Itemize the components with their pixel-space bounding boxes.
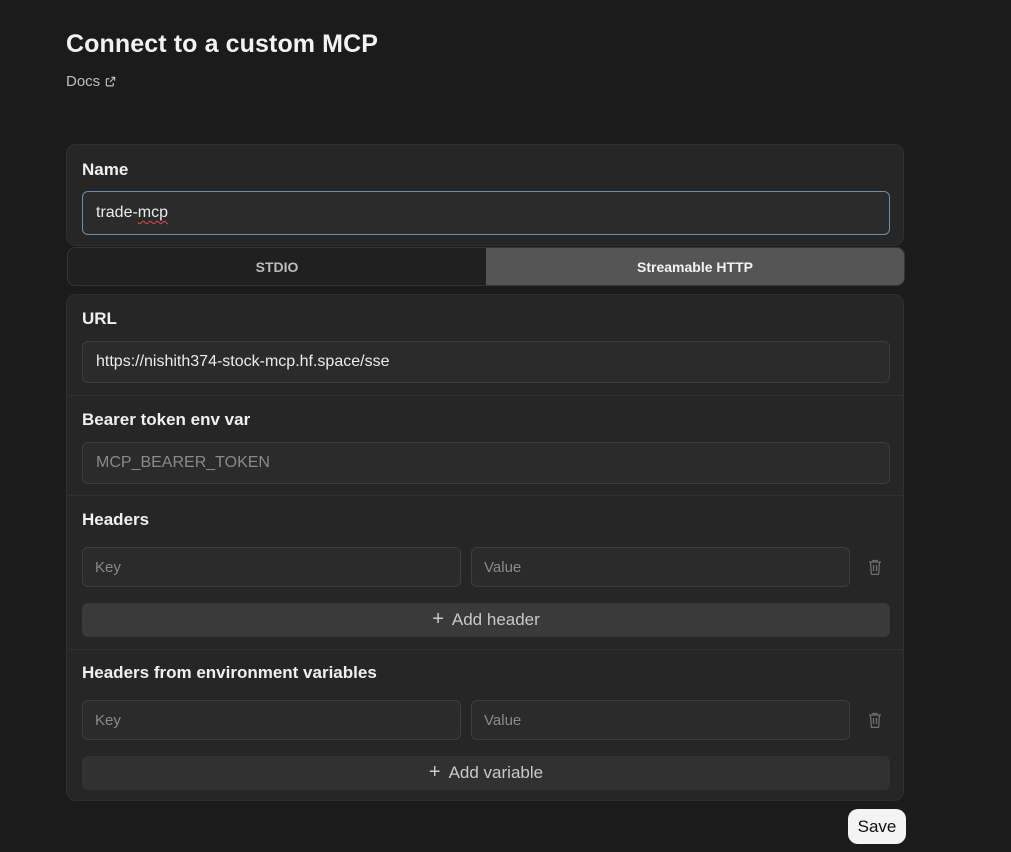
save-button[interactable]: Save [848, 809, 906, 844]
name-label: Name [82, 160, 129, 179]
add-header-button[interactable]: + Add header [82, 603, 890, 637]
header-row: Key Value [82, 547, 890, 587]
header-key-input[interactable]: Key [82, 547, 461, 587]
trash-icon[interactable] [867, 711, 883, 729]
name-input[interactable]: trade-mcp [82, 191, 890, 235]
trash-icon[interactable] [867, 558, 883, 576]
external-link-icon [105, 76, 116, 87]
env-header-row: Key Value [82, 700, 890, 740]
env-header-key-placeholder: Key [95, 711, 121, 729]
section-divider [67, 395, 903, 396]
header-key-placeholder: Key [95, 558, 121, 576]
bearer-token-placeholder: MCP_BEARER_TOKEN [96, 454, 270, 471]
header-value-placeholder: Value [484, 558, 522, 576]
section-divider [67, 649, 903, 650]
header-value-input[interactable]: Value [471, 547, 850, 587]
name-card: Name trade-mcp [66, 144, 904, 246]
env-header-value-placeholder: Value [484, 711, 522, 729]
env-header-value-input[interactable]: Value [471, 700, 850, 740]
docs-link[interactable]: Docs [66, 73, 116, 90]
docs-link-label: Docs [66, 73, 101, 90]
http-config-card: URL https://nishith374-stock-mcp.hf.spac… [66, 294, 904, 801]
transport-option-stdio[interactable]: STDIO [68, 248, 486, 285]
plus-icon: + [432, 608, 444, 630]
env-header-key-input[interactable]: Key [82, 700, 461, 740]
bearer-token-input[interactable]: MCP_BEARER_TOKEN [82, 442, 890, 484]
add-header-label: Add header [451, 610, 540, 629]
add-variable-label: Add variable [448, 763, 544, 782]
mcp-connect-page: Connect to a custom MCP Docs Name trade-… [0, 0, 1011, 852]
page-title: Connect to a custom MCP [66, 30, 379, 58]
plus-icon: + [428, 761, 441, 783]
name-value-prefix: trade- [96, 204, 138, 221]
url-input[interactable]: https://nishith374-stock-mcp.hf.space/ss… [82, 341, 890, 383]
transport-option-streamable-http[interactable]: Streamable HTTP [486, 248, 904, 285]
transport-toggle: STDIO Streamable HTTP [67, 247, 905, 286]
env-headers-label: Headers from environment variables [82, 663, 377, 682]
section-divider [67, 495, 903, 496]
name-value-misspelled: mcp [137, 204, 169, 221]
url-value: https://nishith374-stock-mcp.hf.space/ss… [96, 353, 390, 370]
add-variable-button[interactable]: + Add variable [82, 756, 890, 790]
bearer-token-label: Bearer token env var [82, 410, 251, 429]
headers-label: Headers [82, 510, 150, 529]
url-label: URL [82, 309, 117, 328]
